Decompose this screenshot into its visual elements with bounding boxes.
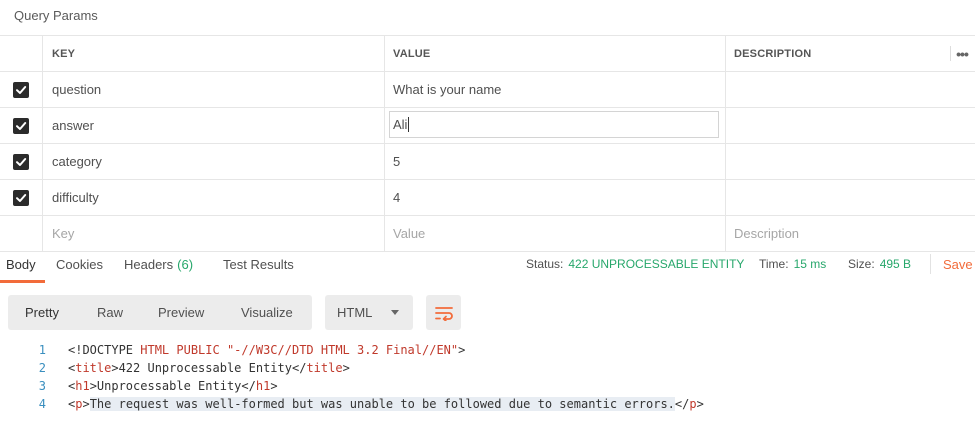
- column-header-description: DESCRIPTION •••: [725, 36, 975, 71]
- size-label: Size:: [848, 257, 875, 271]
- chevron-down-icon: [391, 310, 399, 315]
- table-row: category 5: [0, 143, 975, 179]
- param-key[interactable]: answer: [42, 108, 384, 143]
- code-tag-token: title: [306, 361, 343, 375]
- code-tag-token: HTML PUBLIC "-//W3C//DTD HTML 3.2 Final/…: [140, 343, 459, 357]
- param-key[interactable]: category: [42, 144, 384, 179]
- code-text-token: >: [270, 379, 278, 393]
- table-row: answer Ali: [0, 107, 975, 143]
- response-body-code: 1 <!DOCTYPE HTML PUBLIC "-//W3C//DTD HTML…: [0, 341, 975, 413]
- code-text-token: >Unprocessable Entity</: [89, 379, 256, 393]
- response-time: Time: 15 ms: [759, 246, 826, 282]
- code-text-token: >: [342, 361, 350, 375]
- format-dropdown[interactable]: HTML: [325, 295, 413, 330]
- tab-cookies[interactable]: Cookies: [56, 246, 103, 282]
- response-size: Size: 495 B: [848, 246, 911, 282]
- param-value: Ali: [393, 117, 408, 132]
- time-label: Time:: [759, 257, 789, 271]
- response-status: Status: 422 UNPROCESSABLE ENTITY: [526, 246, 744, 282]
- line-text: <title>422 Unprocessable Entity</title>: [68, 359, 350, 377]
- code-tag-token: title: [75, 361, 112, 375]
- param-value[interactable]: What is your name: [384, 72, 725, 107]
- postman-response-panel: Query Params KEY VALUE DESCRIPTION ••• q…: [0, 0, 975, 443]
- checkmark-icon: [16, 121, 27, 130]
- table-header-row: KEY VALUE DESCRIPTION •••: [0, 35, 975, 71]
- code-text-token: >: [696, 397, 704, 411]
- selected-text: The request was well-formed but was unab…: [89, 397, 675, 411]
- param-value[interactable]: 5: [384, 144, 725, 179]
- line-number: 3: [38, 379, 46, 393]
- line-number: 2: [38, 361, 46, 375]
- row-checkbox[interactable]: [13, 117, 29, 134]
- time-value: 15 ms: [793, 257, 827, 271]
- code-text-token: <!DOCTYPE: [68, 343, 141, 357]
- view-preview-button[interactable]: Preview: [158, 295, 204, 330]
- column-header-value: VALUE: [384, 36, 725, 71]
- save-response-button[interactable]: Save: [943, 246, 973, 282]
- wrap-lines-button[interactable]: [426, 295, 461, 330]
- column-header-key: KEY: [42, 36, 384, 71]
- code-text-token: >: [82, 397, 90, 411]
- code-tag-token: h1: [255, 379, 271, 393]
- line-number: 1: [38, 343, 46, 357]
- checkmark-icon: [16, 193, 27, 202]
- param-value-input[interactable]: Ali: [389, 111, 719, 138]
- tab-body[interactable]: Body: [6, 246, 36, 282]
- query-params-title: Query Params: [14, 8, 98, 23]
- table-row: question What is your name: [0, 71, 975, 107]
- code-text-token: >: [458, 343, 466, 357]
- code-tag-token: p: [689, 397, 697, 411]
- status-value: 422 UNPROCESSABLE ENTITY: [568, 257, 745, 271]
- param-value[interactable]: 4: [384, 180, 725, 215]
- text-caret: [408, 117, 410, 132]
- query-params-table: KEY VALUE DESCRIPTION ••• question What …: [0, 35, 975, 252]
- more-options-icon[interactable]: •••: [949, 36, 975, 71]
- size-value: 495 B: [879, 257, 912, 271]
- code-line: 3 <h1>Unprocessable Entity</h1>: [0, 377, 975, 395]
- tab-headers[interactable]: Headers (6): [124, 246, 193, 282]
- param-key[interactable]: difficulty: [42, 180, 384, 215]
- wrap-text-icon: [434, 306, 453, 321]
- line-text: <h1>Unprocessable Entity</h1>: [68, 377, 278, 395]
- param-description[interactable]: [725, 144, 975, 179]
- divider: [930, 254, 931, 274]
- line-text: <p>The request was well-formed but was u…: [68, 395, 704, 413]
- active-tab-indicator: [0, 280, 45, 283]
- view-mode-toolbar: Pretty Raw Preview Visualize: [8, 295, 312, 330]
- code-tag-token: h1: [75, 379, 90, 393]
- response-tab-bar: Body Cookies Headers (6) Test Results Sta…: [0, 246, 975, 283]
- code-line: 1 <!DOCTYPE HTML PUBLIC "-//W3C//DTD HTML…: [0, 341, 975, 359]
- line-number: 4: [38, 397, 46, 411]
- headers-count-badge: (6): [177, 256, 194, 272]
- code-line: 2 <title>422 Unprocessable Entity</title>: [0, 359, 975, 377]
- column-header-description-label: DESCRIPTION: [734, 47, 812, 60]
- param-description[interactable]: [725, 180, 975, 215]
- table-row: difficulty 4: [0, 179, 975, 215]
- view-visualize-button[interactable]: Visualize: [241, 295, 293, 330]
- checkmark-icon: [16, 157, 27, 166]
- code-line: 4 <p>The request was well-formed but was …: [0, 395, 975, 413]
- tab-headers-label: Headers: [124, 256, 174, 272]
- param-description[interactable]: [725, 72, 975, 107]
- tab-test-results[interactable]: Test Results: [223, 246, 294, 282]
- row-checkbox[interactable]: [13, 81, 29, 98]
- view-pretty-button[interactable]: Pretty: [25, 295, 59, 330]
- checkmark-icon: [16, 85, 27, 94]
- header-check-column: [0, 36, 42, 71]
- param-key[interactable]: question: [42, 72, 384, 107]
- status-label: Status:: [526, 257, 564, 271]
- row-checkbox[interactable]: [13, 189, 29, 206]
- param-description[interactable]: [725, 108, 975, 143]
- format-selected-value: HTML: [337, 305, 373, 320]
- code-text-token: >422 Unprocessable Entity</: [111, 361, 307, 375]
- line-text: <!DOCTYPE HTML PUBLIC "-//W3C//DTD HTML …: [68, 341, 465, 359]
- view-raw-button[interactable]: Raw: [97, 295, 123, 330]
- row-checkbox[interactable]: [13, 153, 29, 170]
- code-text-token: </: [674, 397, 690, 411]
